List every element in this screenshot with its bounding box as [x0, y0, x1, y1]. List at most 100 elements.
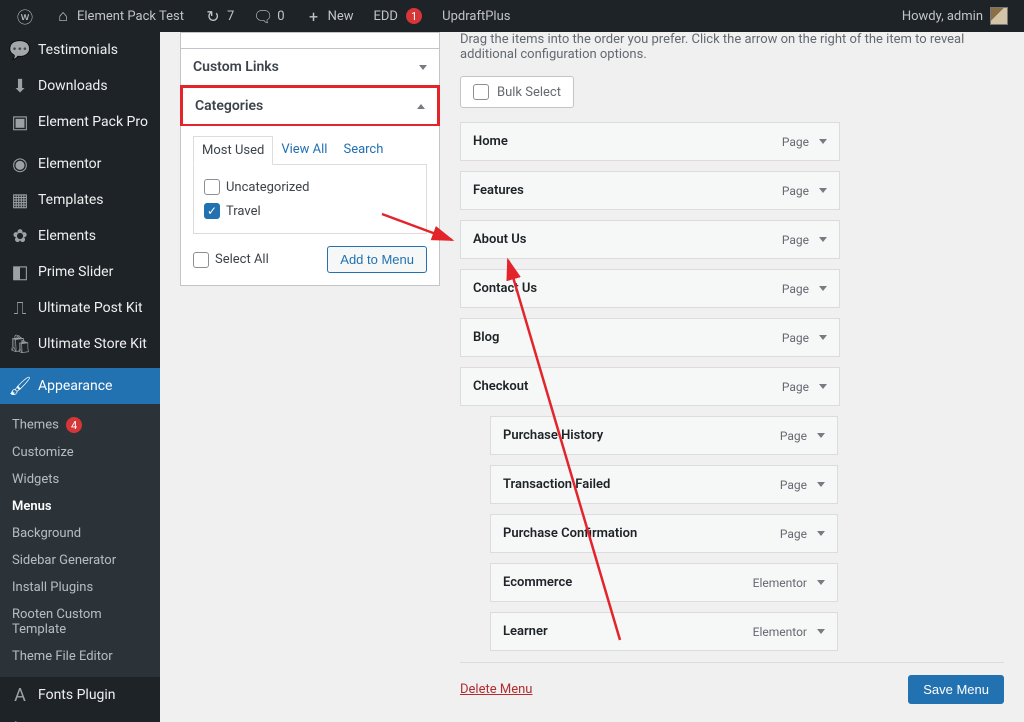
new-label: New: [328, 9, 354, 24]
menu-item[interactable]: CheckoutPage: [460, 367, 840, 406]
tab-view-all[interactable]: View All: [273, 136, 335, 165]
menu-item-title: Home: [473, 134, 508, 149]
comment-icon: 🗨: [254, 7, 272, 25]
chevron-down-icon[interactable]: [819, 188, 827, 193]
submenu-item-sidebar-generator[interactable]: Sidebar Generator: [0, 547, 160, 574]
save-menu-button[interactable]: Save Menu: [908, 675, 1004, 704]
submenu-item-rooten-custom-template[interactable]: Rooten Custom Template: [0, 601, 160, 643]
sidebar-item-label: Elements: [38, 228, 96, 244]
checkbox[interactable]: [193, 252, 209, 268]
chevron-down-icon[interactable]: [817, 482, 825, 487]
chevron-down-icon[interactable]: [817, 580, 825, 585]
site-name[interactable]: ⌂Element Pack Test: [46, 0, 192, 32]
menu-icon: ▣: [10, 112, 30, 132]
brush-icon: 🖌: [10, 376, 30, 396]
menu-item[interactable]: About UsPage: [460, 220, 840, 259]
add-to-menu-button[interactable]: Add to Menu: [327, 246, 427, 273]
edd[interactable]: EDD1: [366, 0, 431, 32]
submenu-item-themes[interactable]: Themes 4: [0, 411, 160, 439]
howdy[interactable]: Howdy, admin: [894, 7, 1016, 25]
tab-most-used[interactable]: Most Used: [193, 136, 273, 165]
sidebar-item-appearance[interactable]: 🖌 Appearance: [0, 368, 160, 404]
chevron-down-icon[interactable]: [819, 286, 827, 291]
main-content: Custom Links Categories Most Used View A…: [160, 32, 1024, 722]
menu-item-type: Page: [782, 233, 809, 247]
menu-item-title: Purchase Confirmation: [503, 526, 637, 541]
submenu-item-customize[interactable]: Customize: [0, 439, 160, 466]
admin-toolbar: ⓦ ⌂Element Pack Test ↻7 🗨0 +New EDD1 Upd…: [0, 0, 1024, 32]
category-label: Travel: [226, 204, 261, 219]
sidebar-item-fonts-plugin[interactable]: AFonts Plugin: [0, 677, 160, 713]
menu-item-type: Page: [782, 331, 809, 345]
submenu-item-install-plugins[interactable]: Install Plugins: [0, 574, 160, 601]
sidebar-item-ultimate-store-kit[interactable]: 🛍Ultimate Store Kit: [0, 326, 160, 362]
count-badge: 4: [66, 417, 82, 433]
chevron-down-icon[interactable]: [817, 629, 825, 634]
updraftplus[interactable]: UpdraftPlus: [434, 0, 518, 32]
comments[interactable]: 🗨0: [246, 0, 292, 32]
sidebar-item-testimonials[interactable]: 💬Testimonials: [0, 32, 160, 68]
updates[interactable]: ↻7: [196, 0, 242, 32]
wp-logo[interactable]: ⓦ: [8, 0, 42, 32]
menu-item-title: Blog: [473, 330, 499, 345]
submenu-item-background[interactable]: Background: [0, 520, 160, 547]
chevron-down-icon[interactable]: [819, 237, 827, 242]
bulk-select-button[interactable]: Bulk Select: [460, 76, 574, 108]
sidebar-item-label: Prime Slider: [38, 264, 113, 280]
tab-search[interactable]: Search: [335, 136, 391, 165]
chevron-down-icon[interactable]: [819, 139, 827, 144]
howdy-label: Howdy, admin: [902, 9, 983, 24]
menu-item[interactable]: Blog Page: [460, 318, 840, 357]
custom-links-box: Custom Links: [180, 48, 440, 86]
select-all-label: Select All: [215, 252, 269, 267]
sidebar-item-label: Templates: [38, 192, 104, 208]
menu-structure-panel: Drag the items into the order you prefer…: [460, 32, 1004, 722]
menu-item[interactable]: HomePage: [460, 122, 840, 161]
sidebar-item-prime-slider[interactable]: ◧Prime Slider: [0, 254, 160, 290]
submenu-item-menus[interactable]: Menus: [0, 493, 160, 520]
menu-item[interactable]: FeaturesPage: [460, 171, 840, 210]
menu-item[interactable]: EcommerceElementor: [490, 563, 838, 602]
chevron-down-icon[interactable]: [817, 433, 825, 438]
new-content[interactable]: +New: [297, 0, 362, 32]
categories-header[interactable]: Categories: [183, 88, 437, 124]
sidebar-item-ultimate-post-kit[interactable]: ⎍Ultimate Post Kit: [0, 290, 160, 326]
custom-links-header[interactable]: Custom Links: [181, 49, 439, 85]
chevron-down-icon[interactable]: [817, 531, 825, 536]
home-icon: ⌂: [54, 7, 72, 25]
sidebar-item-elements[interactable]: ✿Elements: [0, 218, 160, 254]
sidebar-item-plugins[interactable]: 🔌Plugins3: [0, 713, 160, 722]
comments-count: 0: [277, 9, 284, 24]
delete-menu-link[interactable]: Delete Menu: [460, 682, 532, 697]
menu-item[interactable]: Purchase HistoryPage: [490, 416, 838, 455]
category-option-uncategorized[interactable]: Uncategorized: [204, 175, 416, 199]
checkbox[interactable]: ✓: [204, 203, 220, 219]
avatar: [990, 7, 1008, 25]
menu-item[interactable]: LearnerElementor: [490, 612, 838, 651]
updates-count: 7: [227, 9, 234, 24]
sidebar-item-templates[interactable]: ▦Templates: [0, 182, 160, 218]
submenu-item-widgets[interactable]: Widgets: [0, 466, 160, 493]
sidebar-item-elementor[interactable]: ◉Elementor: [0, 146, 160, 182]
chevron-down-icon[interactable]: [819, 384, 827, 389]
menu-item[interactable]: Contact UsPage: [460, 269, 840, 308]
chevron-down-icon[interactable]: [819, 335, 827, 340]
sidebar-item-label: Elementor: [38, 156, 101, 172]
updraft-label: UpdraftPlus: [442, 9, 510, 24]
menu-item[interactable]: Purchase ConfirmationPage: [490, 514, 838, 553]
category-option-travel[interactable]: ✓ Travel: [204, 199, 416, 223]
sidebar-item-label: Ultimate Post Kit: [38, 300, 143, 316]
select-all[interactable]: Select All: [193, 248, 269, 272]
sidebar-item-label: Appearance: [38, 378, 112, 394]
checkbox[interactable]: [473, 84, 489, 100]
sidebar-item-downloads[interactable]: ⬇Downloads: [0, 68, 160, 104]
add-menu-items-panel: Custom Links Categories Most Used View A…: [180, 32, 440, 722]
submenu-item-theme-file-editor[interactable]: Theme File Editor: [0, 643, 160, 670]
menu-item[interactable]: Transaction FailedPage: [490, 465, 838, 504]
sidebar-item-label: Element Pack Pro: [38, 114, 148, 130]
edd-label: EDD: [374, 9, 398, 24]
checkbox[interactable]: [204, 179, 220, 195]
menu-item-type: Page: [782, 184, 809, 198]
sidebar-item-element-pack-pro[interactable]: ▣ Element Pack Pro: [0, 104, 160, 140]
menu-icon: 🛍: [10, 334, 30, 354]
